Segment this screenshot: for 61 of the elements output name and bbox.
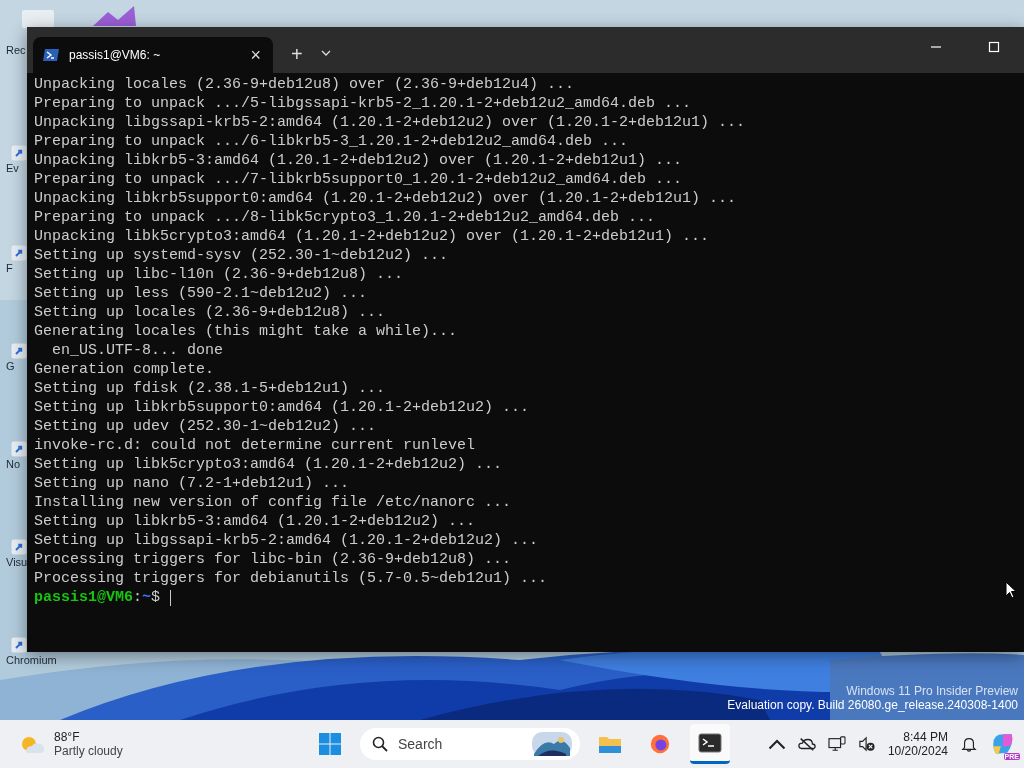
desktop-icon-label[interactable]: Visu [6, 556, 28, 568]
chevron-down-icon[interactable] [320, 50, 331, 56]
terminal-output-line: Setting up libgssapi-krb5-2:amd64 (1.20.1-2+deb12u2) ... [34, 531, 540, 550]
terminal-output-line: Setting up nano (7.2-1+deb12u1) ... [34, 474, 351, 493]
clock-date[interactable]: 10/20/2024 [887, 744, 948, 758]
search-input[interactable]: Search [396, 735, 532, 753]
watermark-text: Evaluation copy. Build 26080.ge_release.240308-1400 [727, 698, 1018, 712]
text-cursor [170, 589, 172, 606]
desktop-icon-label[interactable]: No [6, 458, 21, 470]
terminal-output-line: Preparing to unpack .../6-libkrb5-3_1.20.1-2+deb12u2_amd64.deb ... [34, 132, 630, 151]
search-bar[interactable]: Search [360, 728, 580, 760]
powershell-icon [43, 48, 59, 62]
windows-start-icon[interactable] [318, 732, 342, 756]
temperature-text[interactable]: 88°F [54, 730, 123, 744]
taskbar-app-button[interactable] [690, 724, 730, 764]
desktop-icon-label[interactable]: Chromium [6, 654, 57, 666]
cloud-off-icon[interactable] [797, 736, 816, 752]
terminal-tab[interactable]: passis1@VM6: ~ × [33, 37, 273, 73]
terminal-output-line: Processing triggers for libc-bin (2.36-9+deb12u8) ... [34, 550, 513, 569]
terminal-output-line: Setting up fdisk (2.38.1-5+deb12u1) ... [34, 379, 387, 398]
terminal-output-line: Generation complete. [34, 360, 216, 379]
desktop-icon-label[interactable]: Rec [6, 44, 26, 56]
terminal-output-line: invoke-rc.d: could not determine current runlevel [34, 436, 477, 455]
network-icon[interactable] [827, 736, 846, 752]
new-tab-button[interactable]: + [287, 43, 307, 66]
terminal-output-line: Installing new version of config file /etc/nanorc ... [34, 493, 513, 512]
terminal-output-line: Setting up systemd-sysv (252.30-1~deb12u2) ... [34, 246, 450, 265]
bell-icon[interactable] [960, 736, 978, 752]
terminal-output-line: Setting up libk5crypto3:amd64 (1.20.1-2+deb12u2) ... [34, 455, 504, 474]
maximize-icon[interactable] [988, 41, 1000, 53]
terminal-output-line: Setting up libkrb5-3:amd64 (1.20.1-2+deb12u2) ... [34, 512, 477, 531]
watermark-text: Windows 11 Pro Insider Preview [846, 684, 1018, 698]
terminal-output-line: Preparing to unpack .../8-libk5crypto3_1.20.1-2+deb12u2_amd64.deb ... [34, 208, 657, 227]
weather-condition-text[interactable]: Partly cloudy [54, 744, 123, 758]
terminal-output-line: Unpacking libk5crypto3:amd64 (1.20.1-2+deb12u2) over (1.20.1-2+deb12u1) ... [34, 227, 711, 246]
search-icon [372, 736, 388, 752]
terminal-output-line: Processing triggers for debianutils (5.7-0.5~deb12u1) ... [34, 569, 549, 588]
terminal-output-line: Setting up locales (2.36-9+deb12u8) ... [34, 303, 387, 322]
clock-time[interactable]: 8:44 PM [903, 730, 948, 744]
mouse-pointer-icon [1005, 581, 1017, 599]
terminal-output-line: Unpacking locales (2.36-9+deb12u8) over (2.36-9+deb12u4) ... [34, 75, 576, 94]
terminal-output-line: Setting up libkrb5support0:amd64 (1.20.1-2+deb12u2) ... [34, 398, 531, 417]
terminal-output-line: Setting up less (590-2.1~deb12u2) ... [34, 284, 369, 303]
terminal-output-line: Unpacking libkrb5-3:amd64 (1.20.1-2+deb12u2) over (1.20.1-2+deb12u1) ... [34, 151, 684, 170]
tab-title: passis1@VM6: ~ [69, 48, 162, 62]
desktop-icon-label[interactable]: G [6, 360, 15, 372]
terminal-output-line: Unpacking libkrb5support0:amd64 (1.20.1-2+deb12u2) over (1.20.1-2+deb12u1) ... [34, 189, 738, 208]
speaker-muted-icon[interactable] [857, 736, 876, 752]
terminal-output-line: Preparing to unpack .../5-libgssapi-krb5-2_1.20.1-2+deb12u2_amd64.deb ... [34, 94, 693, 113]
terminal-icon [698, 731, 722, 754]
terminal-output-line: Setting up udev (252.30-1~deb12u2) ... [34, 417, 378, 436]
terminal-output-line: en_US.UTF-8... done [51, 341, 225, 360]
terminal-output-line: Unpacking libgssapi-krb5-2:amd64 (1.20.1-2+deb12u2) over (1.20.1-2+deb12u1) ... [34, 113, 747, 132]
firefox-icon [648, 733, 672, 755]
terminal-output-line: Generating locales (this might take a while)... [34, 322, 459, 341]
shell-prompt: passis1@VM6:~$ [34, 588, 161, 607]
terminal-output-line: Setting up libc-l10n (2.36-9+deb12u8) ... [34, 265, 405, 284]
desktop-icon-label[interactable]: Ev [6, 162, 19, 174]
terminal-output-line: Preparing to unpack .../7-libkrb5support0_1.20.1-2+deb12u2_amd64.deb ... [34, 170, 684, 189]
desktop-icon-label[interactable]: F [6, 262, 13, 274]
close-tab-button[interactable]: × [246, 44, 265, 66]
